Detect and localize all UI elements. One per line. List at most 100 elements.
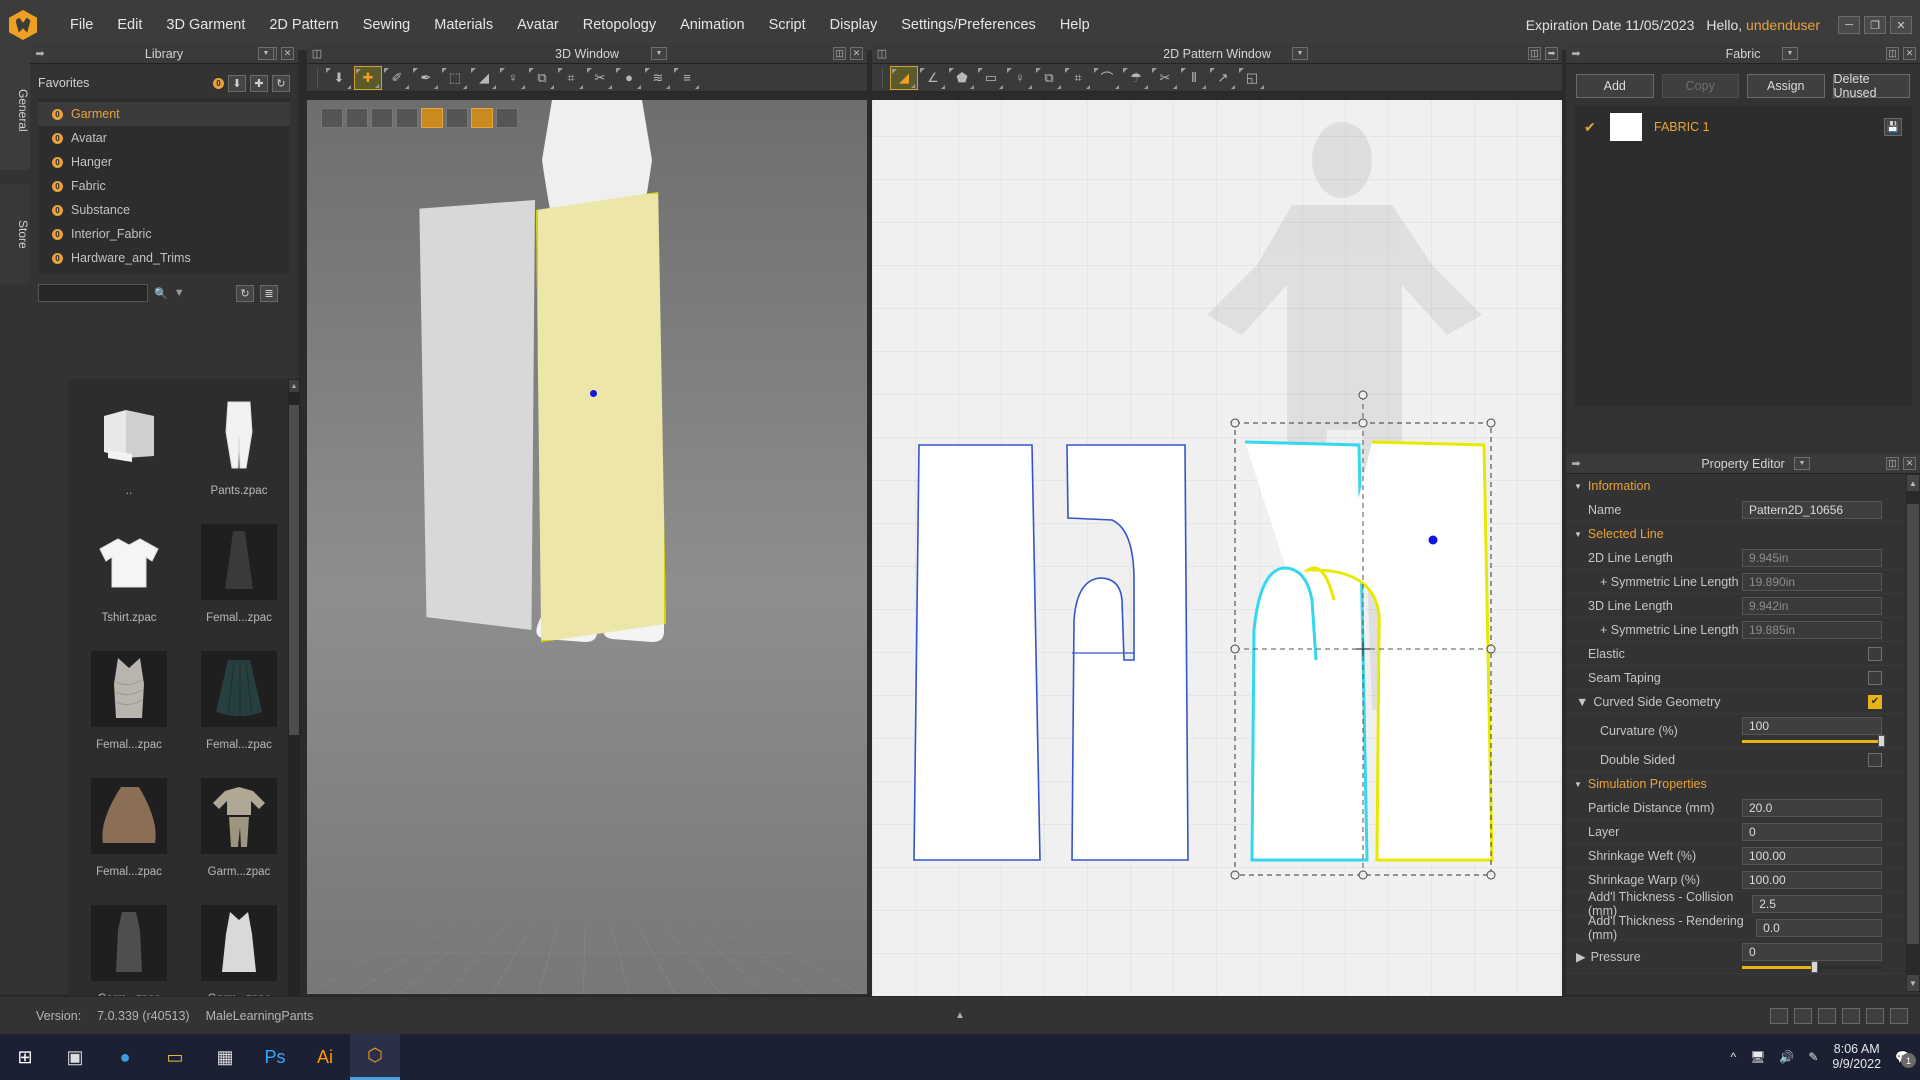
shade-display-icon[interactable] bbox=[446, 108, 468, 128]
tool2d-avatar-tool[interactable]: ♀ bbox=[1006, 66, 1034, 90]
taskbar-microsoft-store[interactable]: ▦ bbox=[200, 1034, 250, 1080]
menu-item-sewing[interactable]: Sewing bbox=[351, 0, 423, 50]
library-favorite-hardware_and_trims[interactable]: 0 Hardware_and_Trims bbox=[38, 246, 290, 270]
property-slider[interactable] bbox=[1742, 734, 1885, 747]
menu-item-animation[interactable]: Animation bbox=[668, 0, 756, 50]
property-slider[interactable] bbox=[1742, 960, 1882, 973]
chevron-up-icon[interactable]: ^ bbox=[1730, 1050, 1736, 1064]
menu-item-script[interactable]: Script bbox=[757, 0, 818, 50]
library-favorite-hanger[interactable]: 0 Hanger bbox=[38, 150, 290, 174]
taskbar-clo3d[interactable]: ⬡ bbox=[350, 1034, 400, 1080]
chevron-right-icon[interactable]: ▶ bbox=[1576, 950, 1586, 964]
network-icon[interactable]: 🖥 bbox=[1750, 1050, 1765, 1064]
menu-item-file[interactable]: File bbox=[58, 0, 105, 50]
close-button[interactable]: ✕ bbox=[1890, 16, 1912, 34]
library-thumbnail-browser[interactable]: .. Pants.zpac Tshirt.zpac Femal...zpac Femal… bbox=[68, 379, 300, 1029]
render-display-icon[interactable] bbox=[496, 108, 518, 128]
pe-scroll-up-icon[interactable]: ▲ bbox=[1907, 475, 1919, 491]
chevron-down-icon[interactable]: ▼ bbox=[1574, 482, 1582, 491]
property-value[interactable]: 20.0 bbox=[1742, 798, 1882, 817]
property-checkbox[interactable] bbox=[1868, 646, 1882, 661]
tool3d-avatar-measure-tool[interactable]: ♀ bbox=[499, 66, 527, 90]
property-value[interactable]: 0 bbox=[1742, 822, 1882, 841]
taskbar-task-view-button[interactable]: ▣ bbox=[50, 1034, 100, 1080]
library-search-input[interactable] bbox=[38, 284, 148, 302]
window-2d-expand-icon[interactable]: ◫ bbox=[1528, 47, 1541, 60]
library-favorite-garment[interactable]: 0 Garment bbox=[38, 102, 290, 126]
library-favorite-fabric[interactable]: 0 Fabric bbox=[38, 174, 290, 198]
menu-item-help[interactable]: Help bbox=[1048, 0, 1102, 50]
tool3d-tack-tool[interactable]: ✒ bbox=[412, 66, 440, 90]
menu-item-3d-garment[interactable]: 3D Garment bbox=[154, 0, 257, 50]
refresh-icon[interactable]: ↻ bbox=[272, 74, 290, 92]
property-value[interactable]: 0 bbox=[1742, 942, 1882, 961]
fabric-float-icon[interactable]: ◫ bbox=[1886, 47, 1899, 60]
property-editor-collapse-icon[interactable]: ➡ bbox=[1566, 457, 1586, 470]
tool2d-polygon-tool[interactable]: ⬟ bbox=[948, 66, 976, 90]
library-collapse-icon[interactable]: ➡ bbox=[30, 47, 50, 60]
library-refresh-icon[interactable]: ↻ bbox=[236, 284, 254, 302]
library-item[interactable]: Femal...zpac bbox=[184, 516, 294, 641]
notification-icon[interactable]: 💬 1 bbox=[1895, 1050, 1916, 1068]
search-icon[interactable]: 🔍 bbox=[154, 287, 168, 300]
chevron-down-icon[interactable]: ▼ bbox=[1574, 780, 1582, 789]
library-item[interactable]: Pants.zpac bbox=[184, 389, 294, 514]
restore-button[interactable]: ❐ bbox=[1864, 16, 1886, 34]
add-favorite-icon[interactable]: ✚ bbox=[250, 74, 268, 92]
tool2d-grid-tool[interactable]: ⌗ bbox=[1064, 66, 1092, 90]
property-value[interactable]: 100.00 bbox=[1742, 870, 1882, 889]
pe-scrollbar-thumb[interactable] bbox=[1907, 504, 1919, 944]
tool3d-flatten-tool[interactable]: ◢ bbox=[470, 66, 498, 90]
library-item[interactable]: Tshirt.zpac bbox=[74, 516, 184, 641]
library-favorite-avatar[interactable]: 0 Avatar bbox=[38, 126, 290, 150]
tool3d-box-tool[interactable]: ⧉ bbox=[528, 66, 556, 90]
minimize-button[interactable]: ─ bbox=[1838, 16, 1860, 34]
tool3d-transform-tool[interactable]: ✚ bbox=[354, 65, 382, 90]
tool3d-puckering-tool[interactable]: ≋ bbox=[644, 66, 672, 90]
taskbar-clock[interactable]: 8:06 AM 9/9/2022 bbox=[1832, 1042, 1881, 1072]
window-3d-expand-icon[interactable]: ◫ bbox=[833, 47, 846, 60]
library-close-icon[interactable]: ✕ bbox=[281, 47, 294, 60]
property-value[interactable]: 2.5 bbox=[1752, 894, 1882, 913]
tool3d-select-mesh-tool[interactable]: ⬇ bbox=[325, 66, 353, 90]
library-favorite-substance[interactable]: 0 Substance bbox=[38, 198, 290, 222]
layout-5-icon[interactable] bbox=[1866, 1007, 1884, 1024]
scrollbar-thumb[interactable] bbox=[289, 405, 299, 735]
fabric-add-button[interactable]: Add bbox=[1576, 74, 1654, 98]
fabric-list[interactable]: ✔ FABRIC 1 💾 bbox=[1574, 106, 1912, 406]
taskbar-file-explorer[interactable]: ▭ bbox=[150, 1034, 200, 1080]
property-value[interactable]: 100 bbox=[1742, 716, 1882, 735]
menu-item-avatar[interactable]: Avatar bbox=[505, 0, 571, 50]
chevron-down-icon[interactable]: ▼ bbox=[1574, 530, 1582, 539]
library-item[interactable]: Femal...zpac bbox=[74, 643, 184, 768]
library-view-mode-icon[interactable]: ≣ bbox=[260, 284, 278, 302]
menu-item-retopology[interactable]: Retopology bbox=[571, 0, 668, 50]
library-item[interactable]: Garm...zpac bbox=[184, 770, 294, 895]
window-3d-close-icon[interactable]: ✕ bbox=[850, 47, 863, 60]
property-editor-close-icon[interactable]: ✕ bbox=[1903, 457, 1916, 470]
property-editor-dropdown-icon[interactable]: ▼ bbox=[1794, 457, 1810, 470]
menu-item-materials[interactable]: Materials bbox=[422, 0, 505, 50]
scroll-up-icon[interactable]: ▲ bbox=[289, 380, 299, 392]
rail-tab-general[interactable]: General bbox=[0, 50, 30, 170]
property-group-selected-line[interactable]: ▼ Selected Line bbox=[1566, 522, 1904, 546]
texture-display-icon[interactable] bbox=[346, 108, 368, 128]
pin-display-icon[interactable] bbox=[421, 108, 443, 128]
chevron-down-icon[interactable]: ▼ bbox=[1576, 695, 1588, 709]
property-checkbox[interactable] bbox=[1868, 752, 1882, 767]
garment-panel-left-3d[interactable] bbox=[419, 200, 535, 630]
fabric-dropdown-icon[interactable]: ▼ bbox=[1782, 47, 1798, 60]
tool2d-edit-pattern-tool[interactable]: ◢ bbox=[890, 65, 918, 90]
taskbar-photoshop[interactable]: Ps bbox=[250, 1034, 300, 1080]
tool2d-rectangle-tool[interactable]: ▭ bbox=[977, 66, 1005, 90]
tool2d-fold-tool[interactable]: ⌒ bbox=[1093, 66, 1121, 90]
tool3d-button-tool[interactable]: ● bbox=[615, 66, 643, 90]
menu-item-edit[interactable]: Edit bbox=[105, 0, 154, 50]
garment-display-icon[interactable] bbox=[321, 108, 343, 128]
fabric-active-check-icon[interactable]: ✔ bbox=[1584, 119, 1598, 136]
avatar-display-icon[interactable] bbox=[396, 108, 418, 128]
window-2d-forward-icon[interactable]: ➡ bbox=[1545, 47, 1558, 60]
layout-3-icon[interactable] bbox=[1818, 1007, 1836, 1024]
tool2d-box-tool[interactable]: ⧉ bbox=[1035, 66, 1063, 90]
save-icon[interactable]: 💾 bbox=[1884, 118, 1902, 136]
